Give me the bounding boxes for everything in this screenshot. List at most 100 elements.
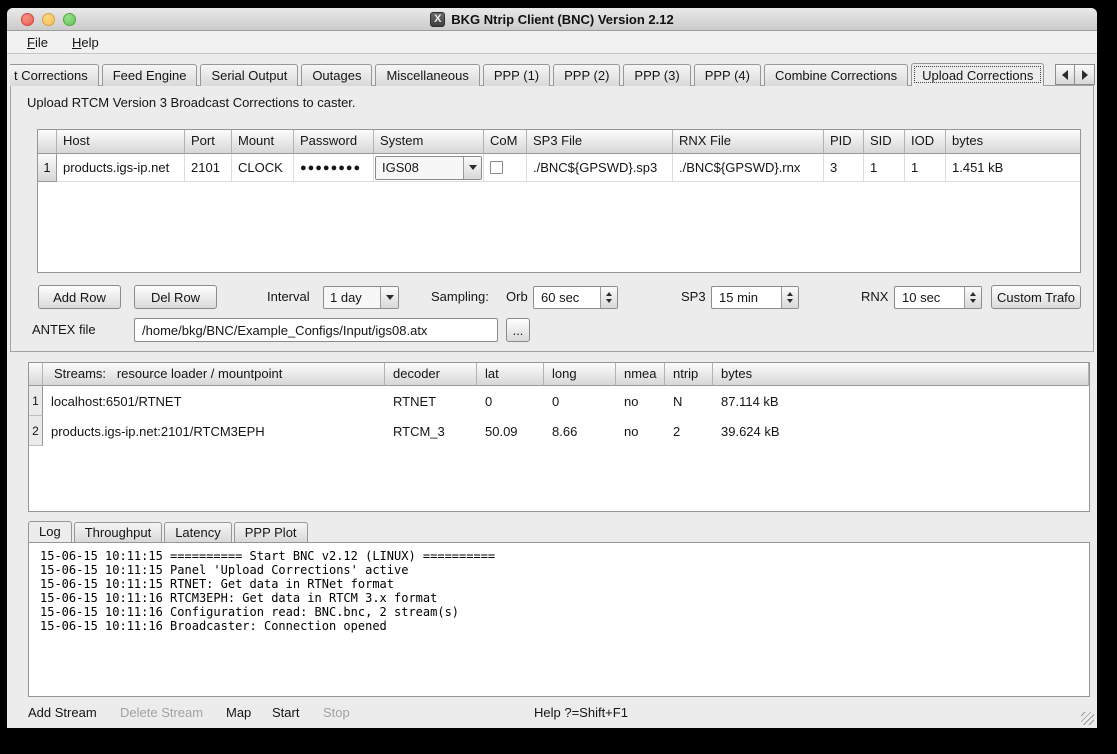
tab-outages[interactable]: Outages: [301, 64, 372, 86]
password-cell[interactable]: ●●●●●●●●: [294, 154, 374, 182]
log-line: 15-06-15 10:11:16 RTCM3EPH: Get data in …: [40, 591, 1089, 605]
tab-broadcast-corrections[interactable]: t Corrections: [10, 64, 99, 86]
tab-latency[interactable]: Latency: [164, 522, 232, 542]
rnx-spinbox-value: 10 sec: [895, 287, 964, 308]
menu-bar: File Help: [7, 31, 1097, 54]
mount-cell[interactable]: CLOCK: [232, 154, 294, 182]
upload-table[interactable]: Host Port Mount Password System CoM SP3 …: [37, 129, 1081, 273]
tab-serial-output[interactable]: Serial Output: [200, 64, 298, 86]
stream-ntrip: 2: [665, 416, 713, 446]
system-combobox-value: IGS08: [376, 157, 463, 179]
system-cell: IGS08: [374, 154, 484, 182]
start-button[interactable]: Start: [272, 705, 299, 720]
stream-mountpoint[interactable]: products.igs-ip.net:2101/RTCM3EPH: [43, 416, 385, 446]
add-row-button[interactable]: Add Row: [38, 285, 121, 309]
rnx-spinbox[interactable]: 10 sec: [894, 286, 982, 309]
spin-down-icon: [787, 299, 793, 303]
stream-decoder: RTNET: [385, 386, 477, 416]
sp3-file-cell[interactable]: ./BNC${GPSWD}.sp3: [527, 154, 673, 182]
tab-miscellaneous[interactable]: Miscellaneous: [375, 64, 479, 86]
stream-lat: 50.09: [477, 416, 544, 446]
header-iod: IOD: [905, 130, 946, 154]
system-combobox-button[interactable]: [463, 157, 481, 179]
traffic-lights: [21, 13, 76, 26]
menu-help-rest: elp: [81, 35, 98, 50]
custom-trafo-button[interactable]: Custom Trafo: [991, 285, 1081, 309]
spin-down-icon: [970, 299, 976, 303]
stream-row[interactable]: 2 products.igs-ip.net:2101/RTCM3EPH RTCM…: [29, 416, 1089, 446]
iod-cell[interactable]: 1: [905, 154, 946, 182]
header-rnx-file: RNX File: [673, 130, 824, 154]
spin-up-icon: [606, 292, 612, 296]
interval-combobox[interactable]: 1 day: [323, 286, 399, 309]
stream-bytes: 87.114 kB: [713, 386, 1089, 416]
streams-table[interactable]: Streams: resource loader / mountpoint de…: [28, 362, 1090, 512]
stream-nmea: no: [616, 386, 665, 416]
menu-file[interactable]: File: [27, 35, 48, 50]
stream-row[interactable]: 1 localhost:6501/RTNET RTNET 0 0 no N 87…: [29, 386, 1089, 416]
x11-app-icon: X: [430, 12, 445, 27]
resize-grip[interactable]: [1081, 712, 1094, 725]
header-pid: PID: [824, 130, 864, 154]
stream-ntrip: N: [665, 386, 713, 416]
system-combobox[interactable]: IGS08: [375, 156, 482, 180]
log-line: 15-06-15 10:11:15 Panel 'Upload Correcti…: [40, 563, 1089, 577]
tab-ppp-plot[interactable]: PPP Plot: [234, 522, 308, 542]
close-window-button[interactable]: [21, 13, 34, 26]
host-cell[interactable]: products.igs-ip.net: [57, 154, 185, 182]
stream-mountpoint[interactable]: localhost:6501/RTNET: [43, 386, 385, 416]
upload-table-row[interactable]: 1 products.igs-ip.net 2101 CLOCK ●●●●●●●…: [38, 154, 1080, 182]
tab-upload-corrections[interactable]: Upload Corrections: [911, 63, 1044, 86]
menu-help[interactable]: Help: [72, 35, 99, 50]
tab-log[interactable]: Log: [28, 521, 72, 542]
tab-feed-engine[interactable]: Feed Engine: [102, 64, 198, 86]
orb-spinbox-arrows[interactable]: [600, 287, 617, 308]
sp3-spinbox[interactable]: 15 min: [711, 286, 799, 309]
sp3-spinbox-arrows[interactable]: [781, 287, 798, 308]
stream-long: 8.66: [544, 416, 616, 446]
desktop-background: X BKG Ntrip Client (BNC) Version 2.12 Fi…: [0, 0, 1117, 754]
title-bar[interactable]: X BKG Ntrip Client (BNC) Version 2.12: [7, 8, 1097, 31]
interval-label: Interval: [267, 289, 310, 304]
tab-combine-corrections[interactable]: Combine Corrections: [764, 64, 908, 86]
row-number-cell: 1: [38, 154, 57, 182]
tab-ppp-1[interactable]: PPP (1): [483, 64, 550, 86]
pid-cell[interactable]: 3: [824, 154, 864, 182]
stream-bytes: 39.624 kB: [713, 416, 1089, 446]
add-stream-button[interactable]: Add Stream: [28, 705, 97, 720]
minimize-window-button[interactable]: [42, 13, 55, 26]
orb-spinbox[interactable]: 60 sec: [533, 286, 618, 309]
tab-throughput[interactable]: Throughput: [74, 522, 163, 542]
map-button[interactable]: Map: [226, 705, 251, 720]
port-cell[interactable]: 2101: [185, 154, 232, 182]
interval-combobox-button[interactable]: [380, 287, 398, 308]
tab-ppp-2[interactable]: PPP (2): [553, 64, 620, 86]
antex-file-input[interactable]: /home/bkg/BNC/Example_Configs/Input/igs0…: [134, 318, 498, 342]
header-system: System: [374, 130, 484, 154]
log-tab-bar: Log Throughput Latency PPP Plot: [28, 521, 310, 542]
header-nmea: nmea: [616, 363, 665, 386]
main-tab-bar: t Corrections Feed Engine Serial Output …: [10, 63, 1095, 86]
zoom-window-button[interactable]: [63, 13, 76, 26]
log-view[interactable]: 15-06-15 10:11:15 ========== Start BNC v…: [28, 542, 1090, 697]
panel-description: Upload RTCM Version 3 Broadcast Correcti…: [27, 95, 356, 110]
rnx-spinbox-arrows[interactable]: [964, 287, 981, 308]
del-row-button[interactable]: Del Row: [134, 285, 217, 309]
bnc-window: X BKG Ntrip Client (BNC) Version 2.12 Fi…: [7, 8, 1097, 728]
sid-cell[interactable]: 1: [864, 154, 905, 182]
stream-row-number: 1: [29, 386, 43, 416]
chevron-down-icon: [386, 295, 394, 300]
tab-ppp-4[interactable]: PPP (4): [694, 64, 761, 86]
com-checkbox[interactable]: [490, 161, 503, 174]
header-decoder: decoder: [385, 363, 477, 386]
streams-header-row: Streams: resource loader / mountpoint de…: [29, 363, 1089, 386]
header-sp3-file: SP3 File: [527, 130, 673, 154]
rnx-file-cell[interactable]: ./BNC${GPSWD}.rnx: [673, 154, 824, 182]
header-lat: lat: [477, 363, 544, 386]
log-line: 15-06-15 10:11:16 Broadcaster: Connectio…: [40, 619, 1089, 633]
stream-nmea: no: [616, 416, 665, 446]
antex-browse-button[interactable]: ...: [506, 318, 530, 342]
tab-ppp-3[interactable]: PPP (3): [623, 64, 690, 86]
spin-up-icon: [787, 292, 793, 296]
header-host: Host: [57, 130, 185, 154]
